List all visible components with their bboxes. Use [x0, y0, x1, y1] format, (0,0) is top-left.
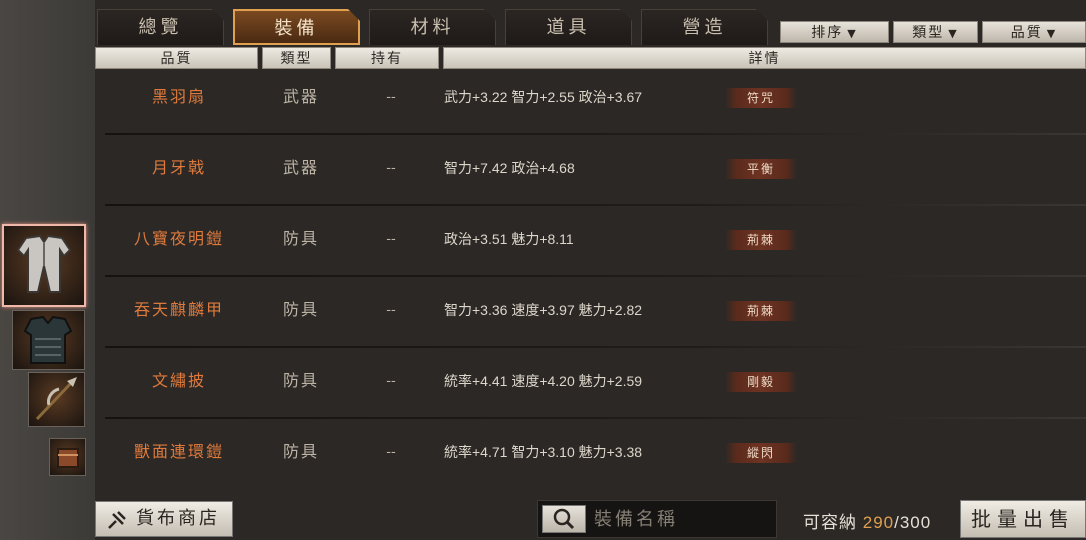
item-owned: -- — [386, 302, 396, 318]
coin-icon — [108, 511, 126, 529]
item-owned: -- — [386, 373, 396, 389]
tab-materials[interactable]: 材料 — [369, 9, 496, 45]
search-box — [537, 500, 777, 538]
item-owned: -- — [386, 444, 396, 460]
row-divider — [105, 275, 1086, 277]
tab-overview[interactable]: 總覽 — [97, 9, 224, 45]
item-stats: 武力+3.22 智力+2.55 政治+3.67 — [444, 89, 643, 105]
quality-filter-dropdown[interactable]: 品質 ▼ — [982, 21, 1086, 43]
item-type: 防具 — [282, 300, 319, 319]
type-filter-label: 類型 — [912, 25, 945, 41]
magnifier-icon — [553, 508, 575, 530]
item-stats: 智力+3.36 速度+3.97 魅力+2.82 — [444, 302, 643, 318]
item-name: 八寶夜明鎧 — [133, 229, 224, 248]
quality-filter-label: 品質 — [1010, 25, 1043, 41]
item-type: 武器 — [282, 158, 319, 177]
tab-construction[interactable]: 營造 — [641, 9, 768, 45]
bulk-sell-button[interactable]: 批量出售 — [960, 500, 1086, 538]
table-row[interactable]: 文繡披 防具 -- 統率+4.41 速度+4.20 魅力+2.59 剛毅 — [95, 350, 1086, 419]
sort-dropdown[interactable]: 排序 ▼ — [780, 21, 889, 43]
box-icon[interactable] — [49, 438, 86, 476]
item-type: 防具 — [282, 229, 319, 248]
shop-button[interactable]: 貨布商店 — [95, 501, 233, 537]
row-divider — [105, 133, 1086, 135]
item-type: 防具 — [282, 442, 319, 461]
item-stats: 統率+4.41 速度+4.20 魅力+2.59 — [444, 373, 643, 389]
trait-badge: 縱閃 — [725, 443, 797, 463]
chevron-down-icon: ▼ — [948, 27, 959, 40]
capacity-max: /300 — [894, 513, 932, 532]
trait-badge: 荊棘 — [725, 301, 797, 321]
shop-button-label: 貨布商店 — [136, 508, 220, 529]
item-owned: -- — [386, 231, 396, 247]
item-name: 文繡披 — [151, 371, 206, 390]
item-name: 黑羽扇 — [151, 87, 206, 106]
table-row[interactable]: 吞天麒麟甲 防具 -- 智力+3.36 速度+3.97 魅力+2.82 荊棘 — [95, 279, 1086, 348]
type-filter-dropdown[interactable]: 類型 ▼ — [893, 21, 978, 43]
robe-icon[interactable] — [2, 224, 86, 307]
capacity-indicator: 可容納 290/300 — [803, 508, 931, 533]
table-row[interactable]: 月牙戟 武器 -- 智力+7.42 政治+4.68 平衡 — [95, 137, 1086, 206]
item-type: 武器 — [282, 87, 319, 106]
item-owned: -- — [386, 89, 396, 105]
tab-equipment[interactable]: 裝備 — [233, 9, 360, 45]
row-divider — [105, 346, 1086, 348]
row-divider — [105, 204, 1086, 206]
table-row[interactable]: 獸面連環鎧 防具 -- 統率+4.71 智力+3.10 魅力+3.38 縱閃 — [95, 421, 1086, 490]
item-owned: -- — [386, 160, 396, 176]
trait-badge: 平衡 — [725, 159, 797, 179]
item-name: 吞天麒麟甲 — [133, 300, 224, 319]
armor-icon[interactable] — [12, 310, 85, 370]
table-row[interactable]: 黑羽扇 武器 -- 武力+3.22 智力+2.55 政治+3.67 符咒 — [95, 66, 1086, 135]
item-stats: 智力+7.42 政治+4.68 — [444, 160, 575, 176]
search-button[interactable] — [542, 505, 586, 533]
capacity-label: 可容納 — [803, 513, 857, 532]
trait-badge: 符咒 — [725, 88, 797, 108]
chevron-down-icon: ▼ — [1046, 27, 1058, 40]
item-name: 月牙戟 — [151, 158, 206, 177]
item-name: 獸面連環鎧 — [133, 442, 224, 461]
row-divider — [105, 417, 1086, 419]
tab-items[interactable]: 道具 — [505, 9, 632, 45]
chevron-down-icon: ▼ — [847, 27, 858, 40]
item-stats: 統率+4.71 智力+3.10 魅力+3.38 — [444, 444, 643, 460]
item-type: 防具 — [282, 371, 319, 390]
trait-badge: 荊棘 — [725, 230, 797, 250]
capacity-current: 290 — [862, 513, 895, 532]
table-row[interactable]: 八寶夜明鎧 防具 -- 政治+3.51 魅力+8.11 荊棘 — [95, 208, 1086, 277]
trait-badge: 剛毅 — [725, 372, 797, 392]
search-input[interactable] — [594, 505, 770, 533]
item-stats: 政治+3.51 魅力+8.11 — [444, 231, 574, 247]
spear-icon[interactable] — [28, 372, 85, 427]
sort-dropdown-label: 排序 — [811, 25, 844, 41]
